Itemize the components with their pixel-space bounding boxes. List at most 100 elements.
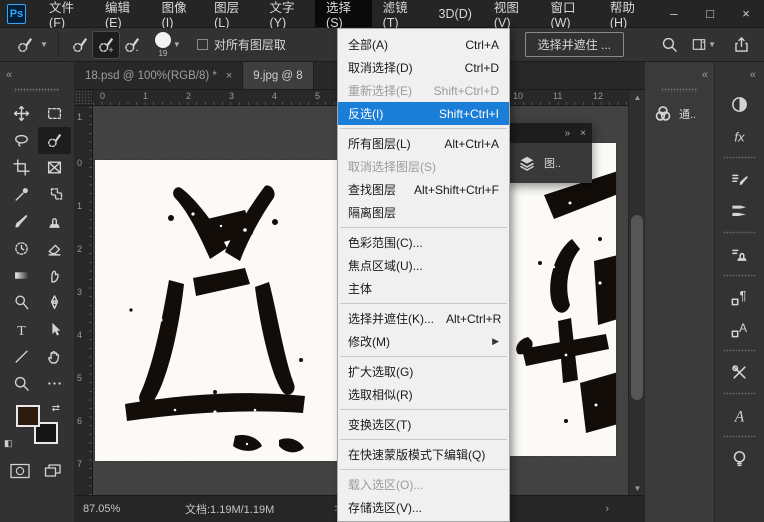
default-colors-icon[interactable]: ◧ (4, 438, 13, 449)
document-tab[interactable]: 18.psd @ 100%(RGB/8) * × (75, 62, 244, 89)
hand-tool[interactable] (38, 343, 71, 370)
menu-选择(S)[interactable]: 选择(S) (315, 0, 372, 30)
document-canvas[interactable] (94, 159, 338, 462)
select-and-mask-button[interactable]: 选择并遮住 ... (524, 32, 624, 57)
menu-item-所有图层(L)[interactable]: 所有图层(L) Alt+Ctrl+A (338, 132, 509, 155)
share-icon[interactable] (728, 32, 754, 58)
drag-grip[interactable] (661, 88, 698, 92)
learn-panel-button[interactable] (715, 442, 764, 474)
edit-toolbar-button[interactable] (38, 370, 71, 397)
screen-mode-button[interactable] (44, 463, 62, 484)
menu-item-隔离图层[interactable]: 隔离图层 (338, 201, 509, 224)
clone-source-panel-button[interactable] (715, 238, 764, 270)
menu-item-在快速蒙版模式下编辑(Q)[interactable]: 在快速蒙版模式下编辑(Q) (338, 443, 509, 466)
menu-图层(L)[interactable]: 图层(L) (203, 0, 258, 30)
menu-窗口(W)[interactable]: 窗口(W) (539, 0, 598, 30)
collapse-panel-icon[interactable]: « (6, 69, 12, 81)
drag-grip[interactable] (723, 229, 756, 236)
add-to-selection-mode[interactable]: + (91, 30, 120, 59)
fx-panel-button[interactable]: fx (715, 120, 764, 152)
healing-brush-tool[interactable] (38, 181, 71, 208)
eraser-tool[interactable] (38, 235, 71, 262)
menu-item-色彩范围(C)...[interactable]: 色彩范围(C)... (338, 231, 509, 254)
menu-滤镜(T)[interactable]: 滤镜(T) (372, 0, 428, 30)
lasso-tool[interactable] (5, 127, 38, 154)
menu-帮助(H)[interactable]: 帮助(H) (599, 0, 656, 30)
scrollbar-thumb[interactable] (631, 215, 643, 400)
close-button[interactable]: × (728, 0, 764, 27)
drag-grip[interactable] (723, 433, 756, 440)
menu-item-修改(M)[interactable]: 修改(M) ▶ (338, 330, 509, 353)
quick-mask-mode-button[interactable] (10, 463, 30, 484)
type-tool[interactable]: T (5, 316, 38, 343)
tool-preset-picker[interactable]: ▼ (12, 32, 50, 58)
minimize-button[interactable]: – (656, 0, 692, 27)
close-tab-icon[interactable]: × (226, 70, 232, 82)
menu-3D(D)[interactable]: 3D(D) (428, 0, 483, 27)
collapse-dock-icon[interactable]: « (702, 69, 708, 81)
menu-item-取消选择(D)[interactable]: 取消选择(D) Ctrl+D (338, 56, 509, 79)
zoom-tool[interactable] (5, 370, 38, 397)
expand-panel-icon[interactable]: » (565, 128, 571, 139)
drag-grip[interactable] (14, 88, 60, 92)
drag-grip[interactable] (723, 390, 756, 397)
menu-文字(Y)[interactable]: 文字(Y) (258, 0, 315, 30)
character-panel-panel-button[interactable]: A (715, 313, 764, 345)
tools-panel-header[interactable]: « (0, 62, 74, 88)
menu-视图(V)[interactable]: 视图(V) (483, 0, 540, 30)
history-brush-tool[interactable] (5, 235, 38, 262)
ruler-origin-box[interactable] (75, 90, 93, 106)
workspace-switcher-icon[interactable]: ▼ (692, 32, 718, 58)
menu-item-扩大选取(G)[interactable]: 扩大选取(G) (338, 360, 509, 383)
scroll-up-icon[interactable]: ▲ (629, 90, 645, 104)
menu-item-反选(I)[interactable]: 反选(I) Shift+Ctrl+I (338, 102, 509, 125)
scroll-down-icon[interactable]: ▼ (629, 481, 645, 495)
foreground-color-swatch[interactable] (16, 405, 40, 427)
menu-item-选取相似(R)[interactable]: 选取相似(R) (338, 383, 509, 406)
document-canvas-right[interactable] (509, 142, 617, 457)
drag-grip[interactable] (723, 272, 756, 279)
drag-grip[interactable] (723, 347, 756, 354)
vertical-ruler[interactable]: 1012345678 (75, 106, 93, 495)
menu-图像(I)[interactable]: 图像(I) (151, 0, 204, 30)
zoom-level-field[interactable]: 87.05% (83, 503, 139, 515)
sample-all-layers-checkbox[interactable] (196, 39, 208, 50)
menu-文件(F)[interactable]: 文件(F) (38, 0, 94, 30)
maximize-button[interactable]: □ (692, 0, 728, 27)
menu-item-全部(A)[interactable]: 全部(A) Ctrl+A (338, 33, 509, 56)
move-tool[interactable] (5, 100, 38, 127)
swap-colors-icon[interactable]: ⇄ (52, 403, 60, 414)
new-selection-mode[interactable] (67, 32, 93, 58)
glyphs-panel-button[interactable]: A (715, 399, 764, 431)
menu-item-主体[interactable]: 主体 (338, 277, 509, 300)
adjustments-panel-button[interactable] (715, 88, 764, 120)
eyedropper-tool[interactable] (5, 181, 38, 208)
clone-stamp-tool[interactable] (38, 208, 71, 235)
crop-tool[interactable] (5, 154, 38, 181)
smudge-tool[interactable] (38, 262, 71, 289)
line-tool[interactable] (5, 343, 38, 370)
brush-size-picker[interactable]: 19 (154, 31, 171, 58)
tool-presets-panel-button[interactable] (715, 356, 764, 388)
gradient-tool[interactable] (5, 262, 38, 289)
menu-item-选择并遮住(K)...[interactable]: 选择并遮住(K)... Alt+Ctrl+R (338, 307, 509, 330)
menu-item-存储选区(V)...[interactable]: 存储选区(V)... (338, 496, 509, 519)
layers-panel-button[interactable]: 图.. (508, 143, 592, 183)
channels-panel-button[interactable]: 通.. (645, 96, 714, 132)
brushes-panel-button[interactable] (715, 195, 764, 227)
brush-tool[interactable] (5, 208, 38, 235)
scroll-right-icon[interactable]: › (605, 503, 609, 515)
drag-grip[interactable] (723, 154, 756, 161)
path-selection-tool[interactable] (38, 316, 71, 343)
menu-item-焦点区域(U)...[interactable]: 焦点区域(U)... (338, 254, 509, 277)
menu-item-变换选区(T)[interactable]: 变换选区(T) (338, 413, 509, 436)
paragraph-panel-panel-button[interactable]: ¶ (715, 281, 764, 313)
search-icon[interactable] (656, 32, 682, 58)
subtract-from-selection-mode[interactable]: - (119, 32, 145, 58)
pen-tool[interactable] (38, 289, 71, 316)
collapse-strip-icon[interactable]: « (750, 69, 756, 81)
vertical-scrollbar[interactable]: ▲ ▼ (628, 90, 645, 495)
document-tab[interactable]: 9.jpg @ 8 (243, 62, 314, 89)
marquee-tool[interactable] (38, 100, 71, 127)
brush-settings-panel-button[interactable] (715, 163, 764, 195)
